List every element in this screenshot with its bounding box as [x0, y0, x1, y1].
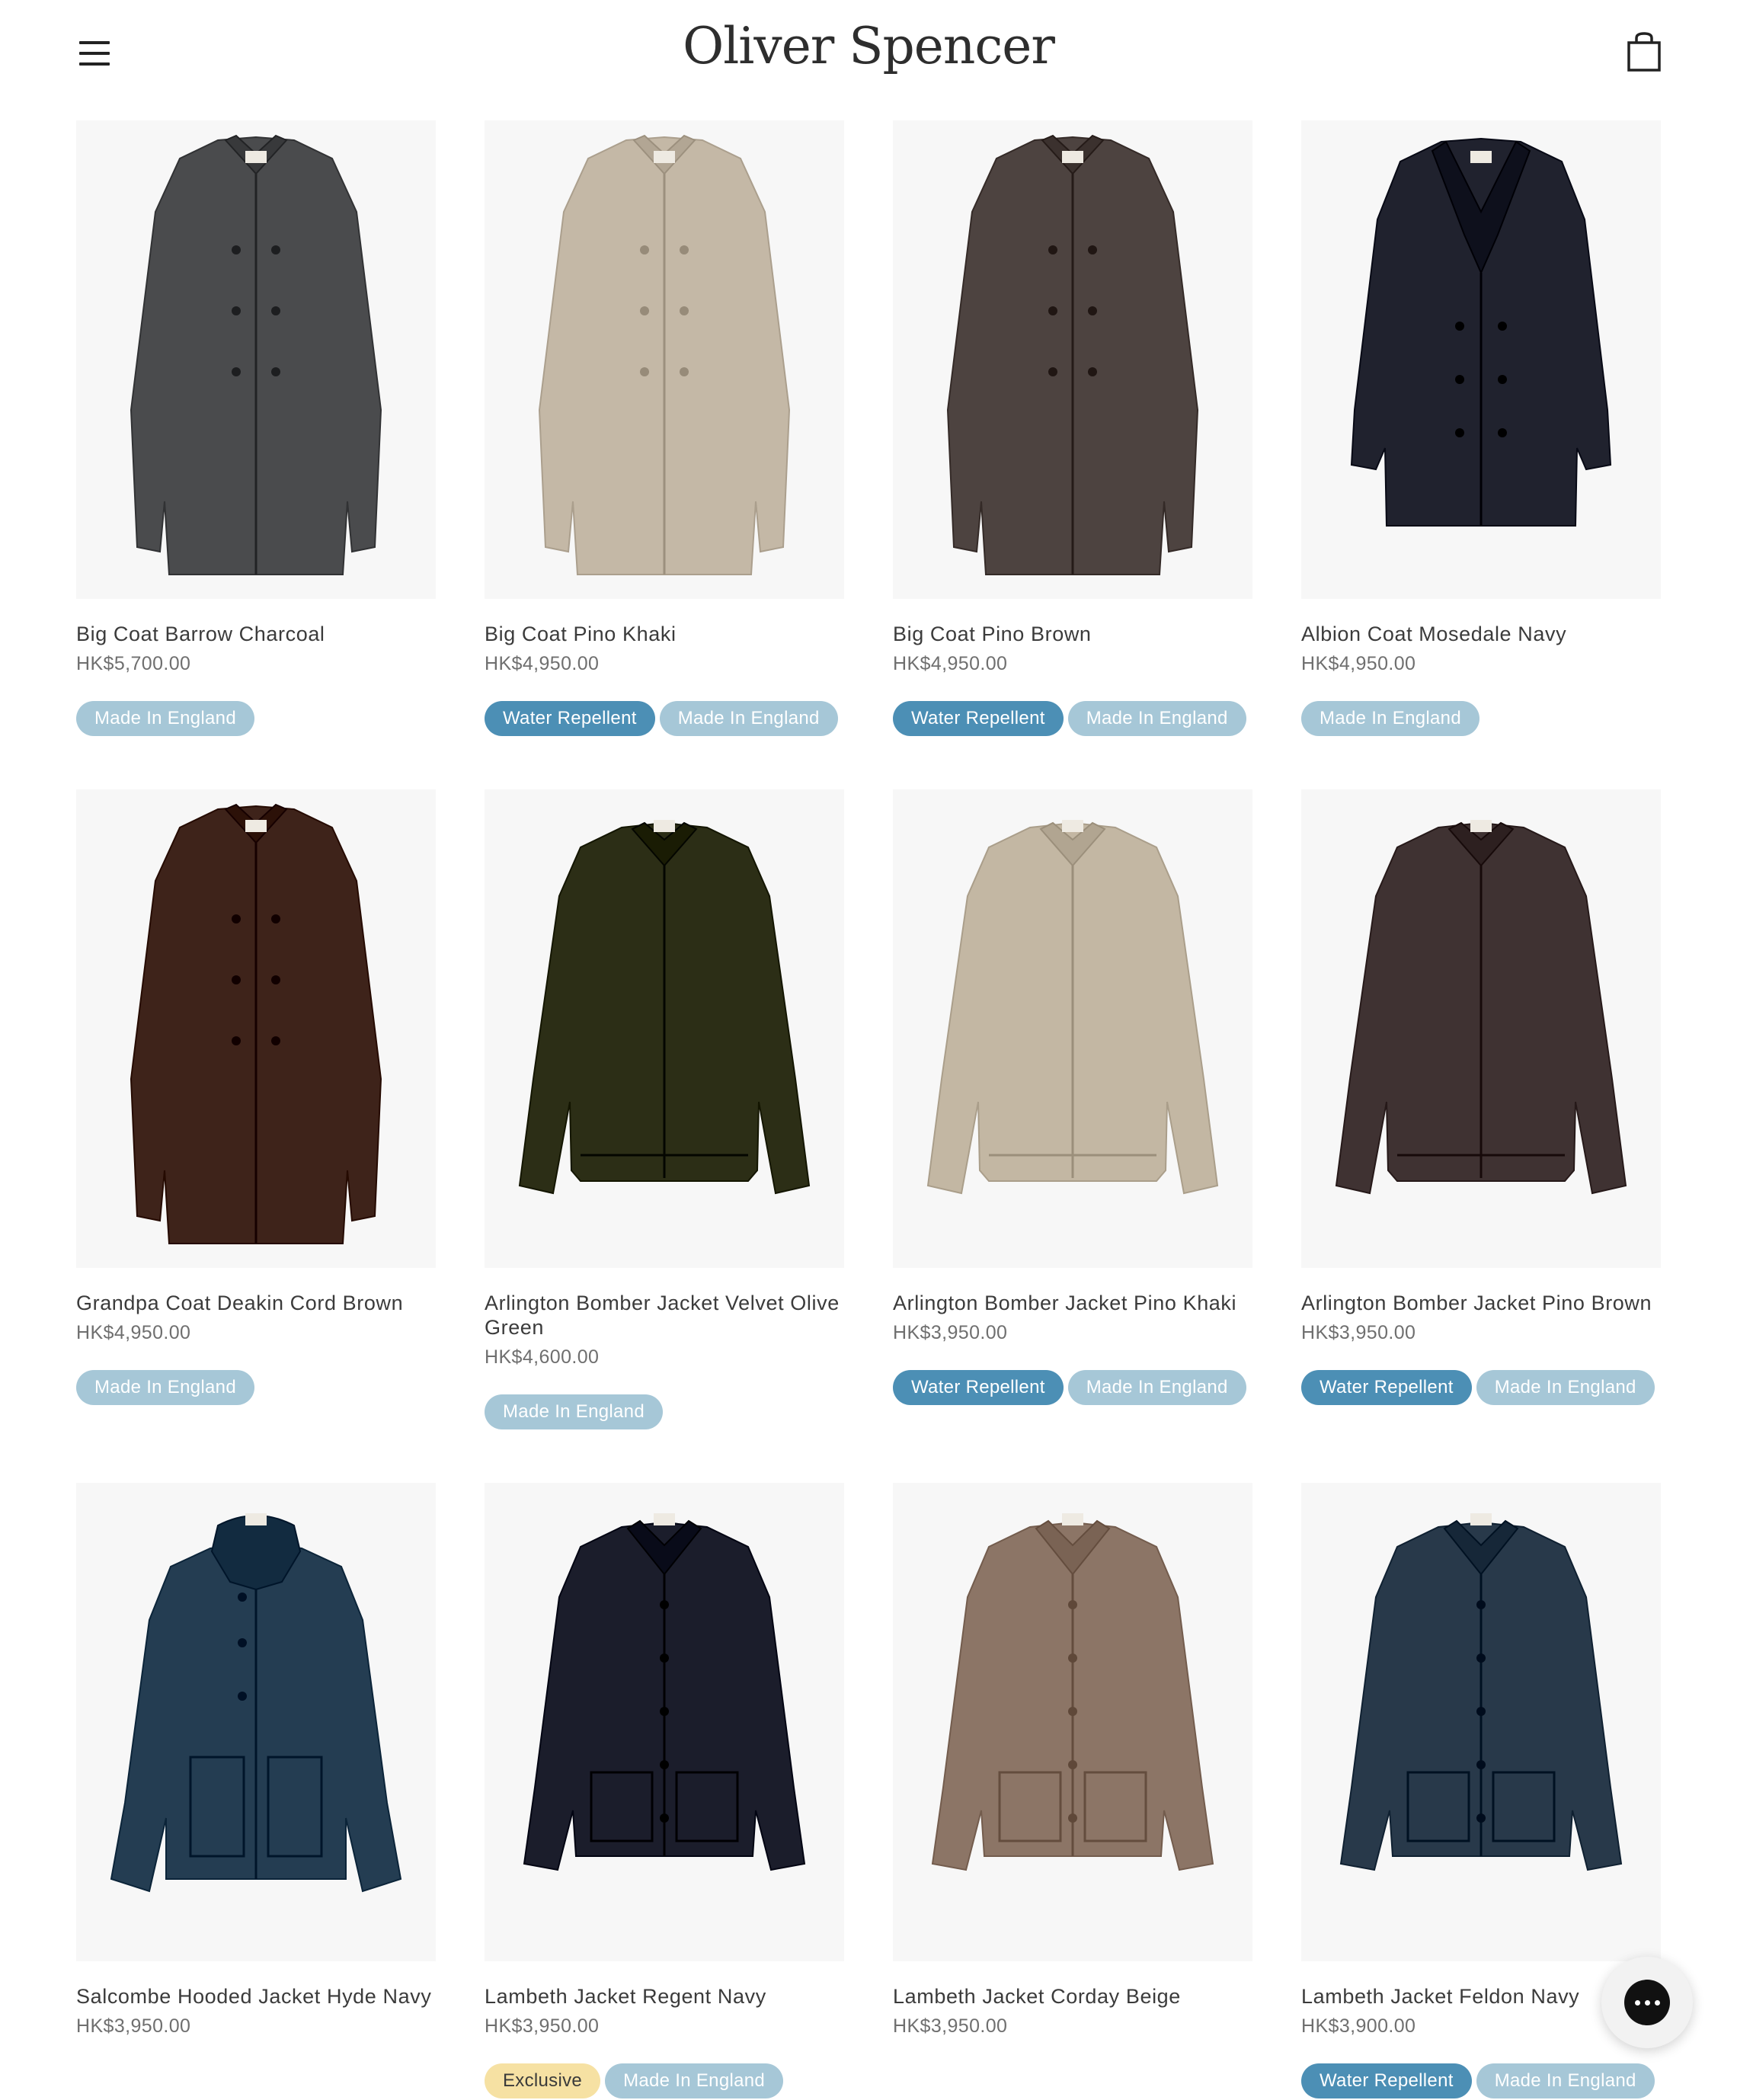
product-badges: Water Repellent Made In England [893, 1370, 1252, 1407]
product-image[interactable] [893, 1483, 1252, 1961]
product-image[interactable] [76, 120, 436, 599]
product-badges: Exclusive Made In England [485, 2063, 844, 2100]
product-image[interactable] [1301, 120, 1661, 599]
product-badges: Water Repellent Made In England [893, 701, 1252, 738]
garment-illustration [130, 134, 382, 575]
badge-made: Made In England [1476, 1370, 1655, 1405]
product-title[interactable]: Arlington Bomber Jacket Pino Brown [1301, 1291, 1661, 1315]
product-price: HK$3,950.00 [1301, 1322, 1416, 1343]
product-image[interactable] [485, 120, 844, 599]
badge-made: Made In England [1476, 2063, 1655, 2098]
badge-water: Water Repellent [1301, 1370, 1472, 1405]
product-card[interactable]: Arlington Bomber Jacket Pino Khaki HK$3,… [893, 789, 1252, 1407]
product-title[interactable]: Arlington Bomber Jacket Pino Khaki [893, 1291, 1252, 1315]
product-card[interactable]: Big Coat Pino Khaki HK$4,950.00 Water Re… [485, 120, 844, 738]
product-badges: Made In England [76, 1370, 436, 1407]
site-header: Oliver Spencer [0, 0, 1737, 107]
product-image[interactable] [76, 789, 436, 1268]
product-price: HK$3,950.00 [76, 2015, 191, 2037]
badge-made: Made In England [1067, 1370, 1246, 1405]
badge-made: Made In England [76, 701, 254, 736]
product-price: HK$4,950.00 [76, 1322, 191, 1343]
product-price: HK$3,950.00 [893, 1322, 1008, 1343]
product-title[interactable]: Albion Coat Mosedale Navy [1301, 622, 1661, 646]
product-badges [76, 2063, 436, 2100]
badge-made: Made In England [485, 1394, 663, 1429]
chat-bubble-icon[interactable] [1601, 1957, 1693, 2048]
product-title[interactable]: Big Coat Pino Brown [893, 622, 1252, 646]
brand-logo[interactable]: Oliver Spencer [0, 17, 1737, 75]
badge-excl: Exclusive [485, 2063, 601, 2098]
product-title[interactable]: Lambeth Jacket Regent Navy [485, 1984, 844, 2009]
product-card[interactable]: Arlington Bomber Jacket Pino Brown HK$3,… [1301, 789, 1661, 1407]
shopping-bag-icon[interactable] [1626, 32, 1662, 72]
product-price: HK$5,700.00 [76, 653, 191, 674]
product-image[interactable] [1301, 1483, 1661, 1961]
garment-illustration [130, 803, 382, 1244]
product-badges: Made In England [76, 701, 436, 738]
garment-illustration [518, 820, 811, 1195]
product-title[interactable]: Arlington Bomber Jacket Velvet Olive Gre… [485, 1291, 844, 1340]
product-badges: Water Repellent Made In England [1301, 2063, 1661, 2100]
badge-water: Water Repellent [893, 701, 1064, 736]
product-image[interactable] [893, 120, 1252, 599]
garment-illustration [1339, 1513, 1623, 1871]
product-image[interactable] [1301, 789, 1661, 1268]
garment-illustration [110, 1513, 402, 1893]
product-image[interactable] [76, 1483, 436, 1961]
product-title[interactable]: Big Coat Pino Khaki [485, 622, 844, 646]
product-card[interactable]: Lambeth Jacket Corday Beige HK$3,950.00 [893, 1483, 1252, 2100]
product-badges: Made In England [485, 1394, 844, 1431]
product-price: HK$4,600.00 [485, 1346, 600, 1368]
product-price: HK$3,950.00 [893, 2015, 1008, 2037]
garment-illustration [931, 1513, 1214, 1871]
product-badges: Made In England [1301, 701, 1661, 738]
garment-illustration [1335, 820, 1627, 1195]
product-badges: Water Repellent Made In England [485, 701, 844, 738]
badge-water: Water Repellent [893, 1370, 1064, 1405]
product-card[interactable]: Albion Coat Mosedale Navy HK$4,950.00 Ma… [1301, 120, 1661, 738]
garment-illustration [1350, 137, 1612, 527]
garment-illustration [523, 1513, 806, 1871]
product-image[interactable] [485, 789, 844, 1268]
product-card[interactable]: Salcombe Hooded Jacket Hyde Navy HK$3,95… [76, 1483, 436, 2100]
badge-water: Water Repellent [485, 701, 655, 736]
product-image[interactable] [893, 789, 1252, 1268]
product-title[interactable]: Lambeth Jacket Corday Beige [893, 1984, 1252, 2009]
product-card[interactable]: Grandpa Coat Deakin Cord Brown HK$4,950.… [76, 789, 436, 1407]
product-card[interactable]: Lambeth Jacket Regent Navy HK$3,950.00 E… [485, 1483, 844, 2100]
product-price: HK$4,950.00 [1301, 653, 1416, 674]
product-price: HK$4,950.00 [485, 653, 600, 674]
product-card[interactable]: Big Coat Barrow Charcoal HK$5,700.00 Mad… [76, 120, 436, 738]
product-title[interactable]: Grandpa Coat Deakin Cord Brown [76, 1291, 436, 1315]
garment-illustration [538, 134, 791, 575]
product-badges: Water Repellent Made In England [1301, 1370, 1661, 1407]
garment-illustration [946, 134, 1199, 575]
badge-made: Made In England [659, 701, 838, 736]
product-image[interactable] [485, 1483, 844, 1961]
product-title[interactable]: Big Coat Barrow Charcoal [76, 622, 436, 646]
product-title[interactable]: Salcombe Hooded Jacket Hyde Navy [76, 1984, 436, 2009]
badge-made: Made In England [1301, 701, 1479, 736]
badge-made: Made In England [1067, 701, 1246, 736]
badge-made: Made In England [76, 1370, 254, 1405]
badge-water: Water Repellent [1301, 2063, 1472, 2098]
product-card[interactable]: Arlington Bomber Jacket Velvet Olive Gre… [485, 789, 844, 1431]
product-card[interactable]: Big Coat Pino Brown HK$4,950.00 Water Re… [893, 120, 1252, 738]
product-price: HK$4,950.00 [893, 653, 1008, 674]
badge-made: Made In England [605, 2063, 784, 2098]
garment-illustration [926, 820, 1219, 1195]
product-price: HK$3,950.00 [485, 2015, 600, 2037]
product-badges [893, 2063, 1252, 2100]
